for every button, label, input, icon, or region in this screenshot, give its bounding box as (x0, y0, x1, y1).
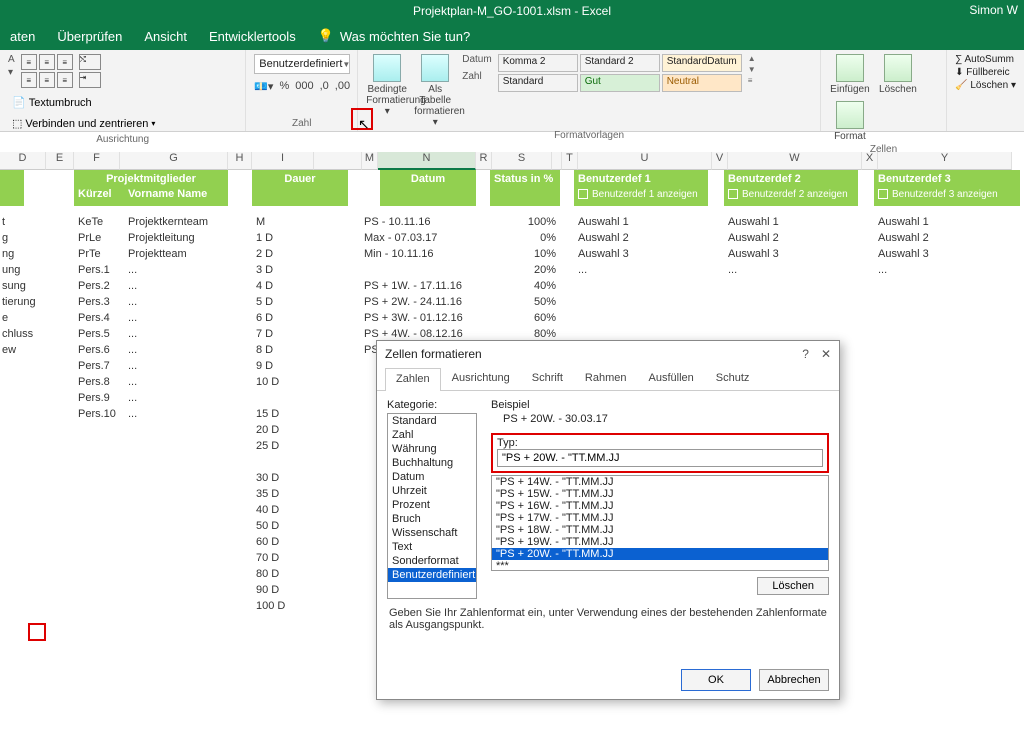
percent-btn[interactable]: % (279, 80, 289, 106)
orientation-btn[interactable]: ⤭ (79, 54, 101, 70)
format-as-table-btn[interactable]: Als Tabelle formatieren ▾ (414, 54, 456, 128)
inc-decimal-btn[interactable]: ,0 (320, 80, 329, 106)
typ-input[interactable] (497, 449, 823, 467)
wrap-text-btn[interactable]: 📄Textumbruch (8, 94, 159, 111)
format-cells-btn[interactable]: Format (829, 101, 871, 142)
hdr-benutzerdef2: Benutzerdef 2 Benutzerdef 2 anzeigen (724, 170, 858, 206)
insert-cells-btn[interactable]: Einfügen (829, 54, 871, 95)
dauer-col: M1 D2 D3 D4 D5 D6 D7 D8 D9 D10 D15 D20 D… (256, 214, 285, 614)
dialog-tabs: ZahlenAusrichtungSchriftRahmenAusfüllenS… (377, 367, 839, 391)
thousand-btn[interactable]: 000 (295, 80, 313, 106)
auswahl2-col: Auswahl 1Auswahl 2Auswahl 3... (728, 214, 779, 278)
type-format-list[interactable]: "PS + 14W. - "TT.MM.JJ"PS + 15W. - "TT.M… (491, 475, 829, 571)
typ-label: Typ: (497, 437, 823, 449)
dialog-tab[interactable]: Ausfüllen (638, 367, 705, 390)
help-icon[interactable]: ? (802, 347, 809, 361)
ribbon-tabs: aten Überprüfen Ansicht Entwicklertools … (0, 22, 1024, 50)
status-col: 100%0%10%20%40%50%60%80%100% (490, 214, 556, 358)
checkbox-icon[interactable] (728, 189, 738, 199)
ribbon: A ▾ ≡≡≡≡≡≡ ⤭ ⇥ 📄Textumbruch ⬚Verbinden u… (0, 50, 1024, 132)
fill-btn[interactable]: ⬇ Füllbereic (955, 67, 1016, 78)
format-cells-dialog: Zellen formatieren ? ✕ ZahlenAusrichtung… (376, 340, 840, 700)
dialog-title: Zellen formatieren (385, 347, 482, 361)
auswahl3-col: Auswahl 1Auswahl 2Auswahl 3... (878, 214, 929, 278)
tab-entwicklertools[interactable]: Entwicklertools (209, 29, 296, 44)
tab-ansicht[interactable]: Ansicht (144, 29, 187, 44)
font-color[interactable]: ▾ (8, 67, 15, 78)
group-label-styles: Formatvorlagen (366, 128, 812, 141)
vorname-col: ProjektkernteamProjektleitungProjektteam… (128, 214, 208, 422)
beispiel-value: PS + 20W. - 30.03.17 (503, 413, 829, 425)
title-bar: Projektplan-M_GO-1001.xlsm - Excel Simon… (0, 0, 1024, 22)
kategorie-list[interactable]: StandardZahlWährungBuchhaltungDatumUhrze… (387, 413, 477, 599)
font-size-dec[interactable]: A (8, 54, 15, 65)
autosum-btn[interactable]: ∑ AutoSumm (955, 54, 1016, 65)
tab-ueberpruefen[interactable]: Überprüfen (57, 29, 122, 44)
currency-btn[interactable]: 💶▾ (254, 80, 273, 106)
alignment-grid[interactable]: ≡≡≡≡≡≡ (21, 54, 73, 88)
dialog-tab[interactable]: Zahlen (385, 368, 441, 391)
dialog-tab[interactable]: Schrift (521, 367, 574, 390)
hdr-datum: Datum (380, 170, 476, 206)
clear-btn[interactable]: 🧹 Löschen ▾ (955, 80, 1016, 91)
close-icon[interactable]: ✕ (821, 347, 831, 361)
auswahl1-col: Auswahl 1Auswahl 2Auswahl 3... (578, 214, 629, 278)
group-editing: ∑ AutoSumm ⬇ Füllbereic 🧹 Löschen ▾ (947, 50, 1024, 131)
group-label-number: Zahl (254, 116, 349, 129)
hdr-dauer: Dauer (252, 170, 348, 206)
number-format-combo[interactable]: Benutzerdefiniert▼ (254, 54, 350, 74)
group-styles: Bedingte Formatierung ▾ Als Tabelle form… (358, 50, 821, 131)
group-label-alignment: Ausrichtung (8, 132, 237, 145)
cell-styles-gallery[interactable]: Komma 2 Standard 2 StandardDatum Standar… (498, 54, 742, 92)
column-headers[interactable]: DEFGHIMNRSTUVWXY (0, 152, 1024, 170)
group-cells: Einfügen Löschen Format Zellen (821, 50, 947, 131)
gallery-more-icon[interactable]: ≡ (748, 76, 756, 85)
chevron-down-icon: ▼ (342, 60, 350, 69)
typ-highlight: Typ: (491, 433, 829, 473)
datum-col: PS - 10.11.16Max - 07.03.17Min - 10.11.1… (364, 214, 463, 358)
merge-icon: ⬚ (12, 117, 22, 130)
merge-center-btn[interactable]: ⬚Verbinden und zentrieren ▾ (8, 115, 159, 132)
wrap-icon: 📄 (12, 96, 26, 109)
delete-format-button[interactable]: Löschen (757, 577, 829, 595)
gallery-up-icon[interactable]: ▲ (748, 54, 756, 63)
tell-me-search[interactable]: 💡 Was möchten Sie tun? (318, 28, 471, 44)
hdr-status: Status in % (490, 170, 560, 206)
kurzel-col: KeTePrLePrTePers.1Pers.2Pers.3Pers.4Pers… (78, 214, 116, 422)
bulb-icon: 💡 (318, 28, 334, 44)
user-name: Simon W (969, 3, 1018, 17)
group-number: Benutzerdefiniert▼ 💶▾ % 000 ,0 ,00 Zahl (246, 50, 358, 131)
dialog-hint: Geben Sie Ihr Zahlenformat ein, unter Ve… (377, 607, 839, 631)
cursor-icon: ↖ (358, 116, 370, 133)
checkbox-icon[interactable] (578, 189, 588, 199)
delete-cells-btn[interactable]: Löschen (877, 54, 919, 95)
cancel-button[interactable]: Abbrechen (759, 669, 829, 691)
gallery-down-icon[interactable]: ▼ (748, 65, 756, 74)
indent-btn[interactable]: ⇥ (79, 72, 101, 88)
checkbox-icon[interactable] (878, 189, 888, 199)
dialog-tab[interactable]: Rahmen (574, 367, 638, 390)
dialog-tab[interactable]: Schutz (705, 367, 761, 390)
beispiel-label: Beispiel (491, 399, 829, 411)
group-alignment: A ▾ ≡≡≡≡≡≡ ⤭ ⇥ 📄Textumbruch ⬚Verbinden u… (0, 50, 246, 131)
tab-daten[interactable]: aten (10, 29, 35, 44)
dec-decimal-btn[interactable]: ,00 (335, 80, 350, 106)
doc-title: Projektplan-M_GO-1001.xlsm - Excel (413, 4, 611, 18)
kategorie-label: Kategorie: (387, 399, 477, 411)
hdr-benutzerdef1: Benutzerdef 1 Benutzerdef 1 anzeigen (574, 170, 708, 206)
left-labels-col: tgngungsungtierungechlussew (2, 214, 36, 358)
dialog-tab[interactable]: Ausrichtung (441, 367, 521, 390)
hdr-benutzerdef3: Benutzerdef 3 Benutzerdef 3 anzeigen (874, 170, 1020, 206)
dialog-titlebar: Zellen formatieren ? ✕ (377, 341, 839, 367)
ok-button[interactable]: OK (681, 669, 751, 691)
